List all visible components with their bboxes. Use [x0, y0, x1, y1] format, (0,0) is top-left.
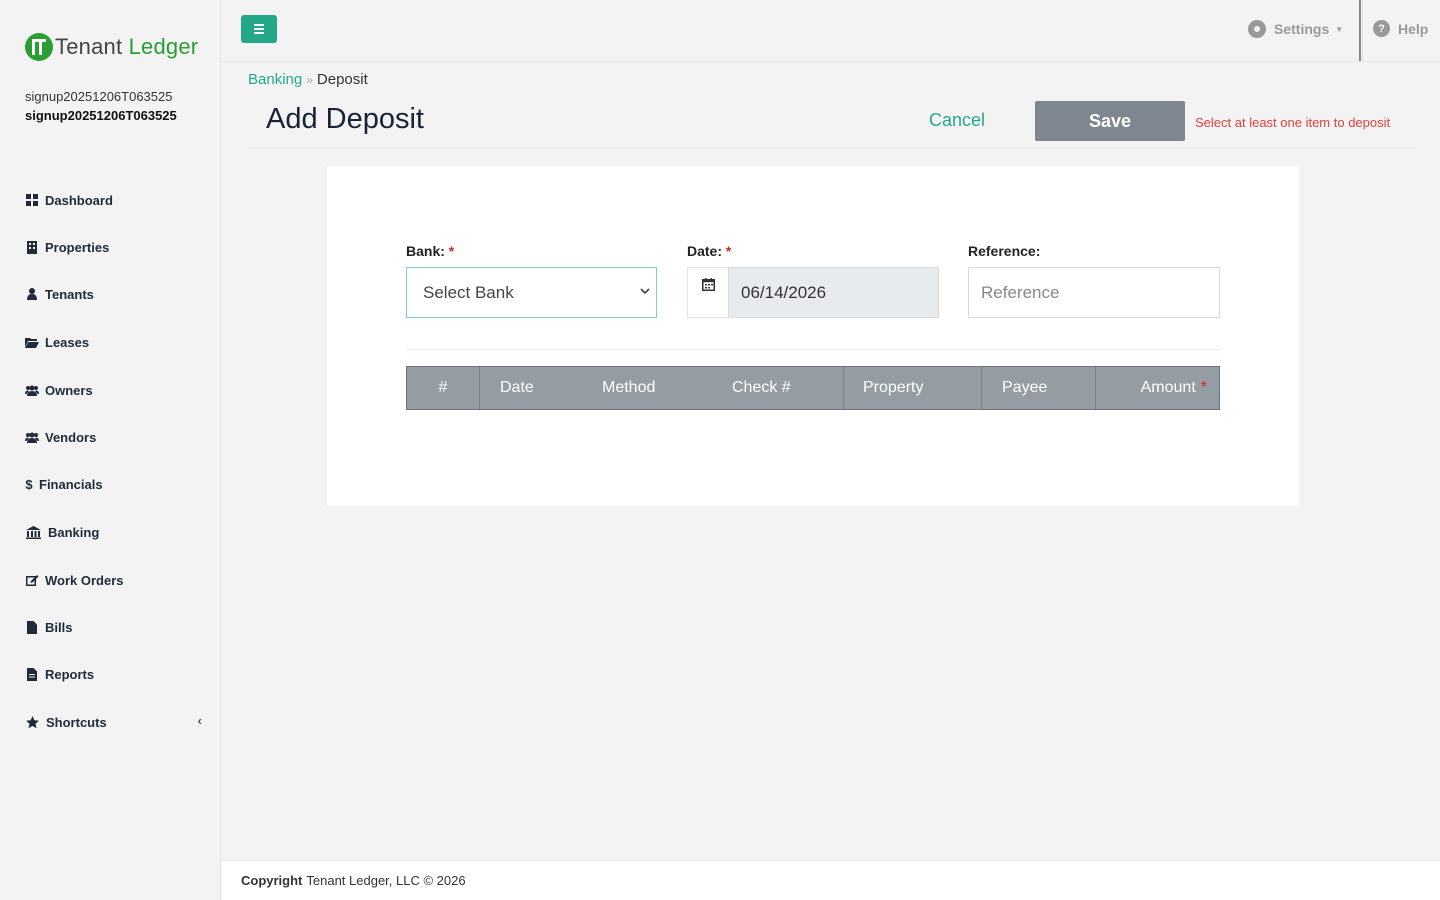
user-display-name: signup20251206T063525 [25, 108, 177, 123]
footer-copyright-label: Copyright [241, 873, 303, 888]
header-divider [248, 148, 1416, 149]
edit-icon [25, 573, 39, 587]
sidebar-item-label: Shortcuts [46, 714, 107, 730]
calendar-button[interactable] [687, 267, 728, 318]
topbar-divider-line [221, 61, 1440, 62]
sidebar-item-label: Reports [45, 666, 95, 682]
page-title: Add Deposit [266, 103, 424, 135]
calendar-icon [701, 278, 715, 317]
bank-icon [25, 525, 42, 539]
sidebar-item-work-orders[interactable]: Work Orders [25, 570, 205, 590]
folder-open-icon [25, 335, 39, 349]
column-header-amount-label: Amount [1140, 379, 1196, 396]
help-label: Help [1398, 20, 1429, 37]
logo-text: Tenant Ledger [55, 34, 199, 59]
sidebar-item-label: Work Orders [45, 572, 124, 588]
sidebar-item-label: Leases [45, 334, 90, 350]
sidebar-item-label: Dashboard [45, 192, 113, 208]
sidebar-item-shortcuts[interactable]: Shortcuts ‹ [25, 712, 205, 732]
date-label: Date: * [687, 243, 731, 259]
date-input[interactable]: 06/14/2026 [728, 267, 939, 318]
sidebar-item-leases[interactable]: Leases [25, 332, 205, 352]
required-mark: * [725, 243, 732, 259]
sidebar-item-banking[interactable]: Banking [25, 522, 205, 542]
sidebar-item-dashboard[interactable]: Dashboard [25, 190, 205, 210]
sidebar-item-label: Financials [39, 476, 103, 492]
bank-label-text: Bank: [406, 243, 445, 259]
sidebar-item-label: Tenants [45, 286, 94, 302]
user-icon [25, 287, 39, 301]
reference-input[interactable] [968, 267, 1220, 318]
gear-icon [1248, 20, 1266, 38]
breadcrumb-separator-icon: » [306, 72, 313, 87]
column-header-method[interactable]: Method [569, 367, 697, 409]
sidebar-item-vendors[interactable]: Vendors [25, 427, 205, 447]
column-header-check-number[interactable]: Check # [697, 367, 844, 409]
sidebar-item-reports[interactable]: Reports [25, 664, 205, 684]
validation-warning: Select at least one item to deposit [1195, 115, 1391, 130]
date-field: 06/14/2026 [687, 267, 939, 318]
settings-label: Settings [1274, 21, 1330, 37]
sidebar: Tenant Ledger signup20251206T063525 sign… [0, 0, 221, 900]
hamburger-icon [254, 28, 264, 30]
column-header-payee[interactable]: Payee [982, 367, 1096, 409]
bank-select-value: Select Bank [423, 282, 514, 302]
form-divider [406, 349, 1220, 350]
deposit-form-card: Bank: * Select Bank Date: * 06/14/2026 R… [327, 166, 1299, 506]
deposit-items-table-header: # Date Method Check # Property Payee Amo… [406, 366, 1220, 410]
hamburger-icon [254, 24, 264, 26]
chevron-left-icon[interactable]: ‹ [198, 713, 202, 728]
dashboard-icon [25, 193, 39, 207]
file-text-icon [25, 667, 39, 681]
footer: Copyright Tenant Ledger, LLC © 2026 [221, 860, 1440, 900]
sidebar-item-label: Owners [45, 382, 93, 398]
save-button[interactable]: Save [1035, 101, 1185, 141]
question-circle-icon: ? [1373, 20, 1390, 37]
sidebar-item-label: Properties [45, 239, 110, 255]
sidebar-item-financials[interactable]: $ Financials [25, 474, 205, 494]
settings-menu[interactable]: Settings ▼ [1248, 20, 1343, 38]
column-header-date[interactable]: Date [480, 367, 569, 409]
star-icon [25, 715, 40, 729]
required-mark: * [1200, 379, 1207, 396]
sidebar-item-owners[interactable]: Owners [25, 380, 205, 400]
bank-label: Bank: * [406, 243, 454, 259]
topbar-divider [1359, 0, 1363, 61]
logo[interactable]: Tenant Ledger [25, 33, 198, 61]
sidebar-toggle-button[interactable] [241, 15, 277, 43]
cancel-button[interactable]: Cancel [929, 110, 985, 131]
breadcrumb-banking-link[interactable]: Banking [248, 71, 302, 88]
caret-down-icon: ▼ [1335, 24, 1344, 34]
users-icon [25, 383, 39, 397]
sidebar-item-label: Banking [48, 524, 100, 540]
footer-copyright-text: Tenant Ledger, LLC © 2026 [306, 873, 466, 888]
column-header-amount[interactable]: Amount * [1096, 367, 1219, 409]
reference-label: Reference: [968, 243, 1041, 259]
sidebar-item-label: Vendors [45, 429, 97, 445]
dollar-icon: $ [25, 476, 33, 492]
sidebar-item-label: Bills [45, 619, 73, 635]
help-link[interactable]: ? Help [1373, 20, 1428, 37]
hamburger-icon [254, 32, 264, 34]
tenant-ledger-logo-icon [25, 33, 53, 61]
date-label-text: Date: [687, 243, 723, 259]
sidebar-item-properties[interactable]: Properties [25, 237, 205, 257]
file-icon [25, 620, 39, 634]
breadcrumb-current: Deposit [316, 71, 368, 88]
column-header-property[interactable]: Property [844, 367, 982, 409]
bank-select[interactable]: Select Bank [406, 267, 657, 318]
breadcrumb: Banking » Deposit [248, 71, 368, 88]
column-header-number[interactable]: # [407, 367, 480, 409]
users-icon [25, 430, 39, 444]
building-icon [25, 240, 39, 254]
user-account-name: signup20251206T063525 [25, 89, 173, 104]
required-mark: * [448, 243, 455, 259]
chevron-down-icon [640, 284, 650, 298]
sidebar-item-tenants[interactable]: Tenants [25, 284, 205, 304]
sidebar-item-bills[interactable]: Bills [25, 617, 205, 637]
